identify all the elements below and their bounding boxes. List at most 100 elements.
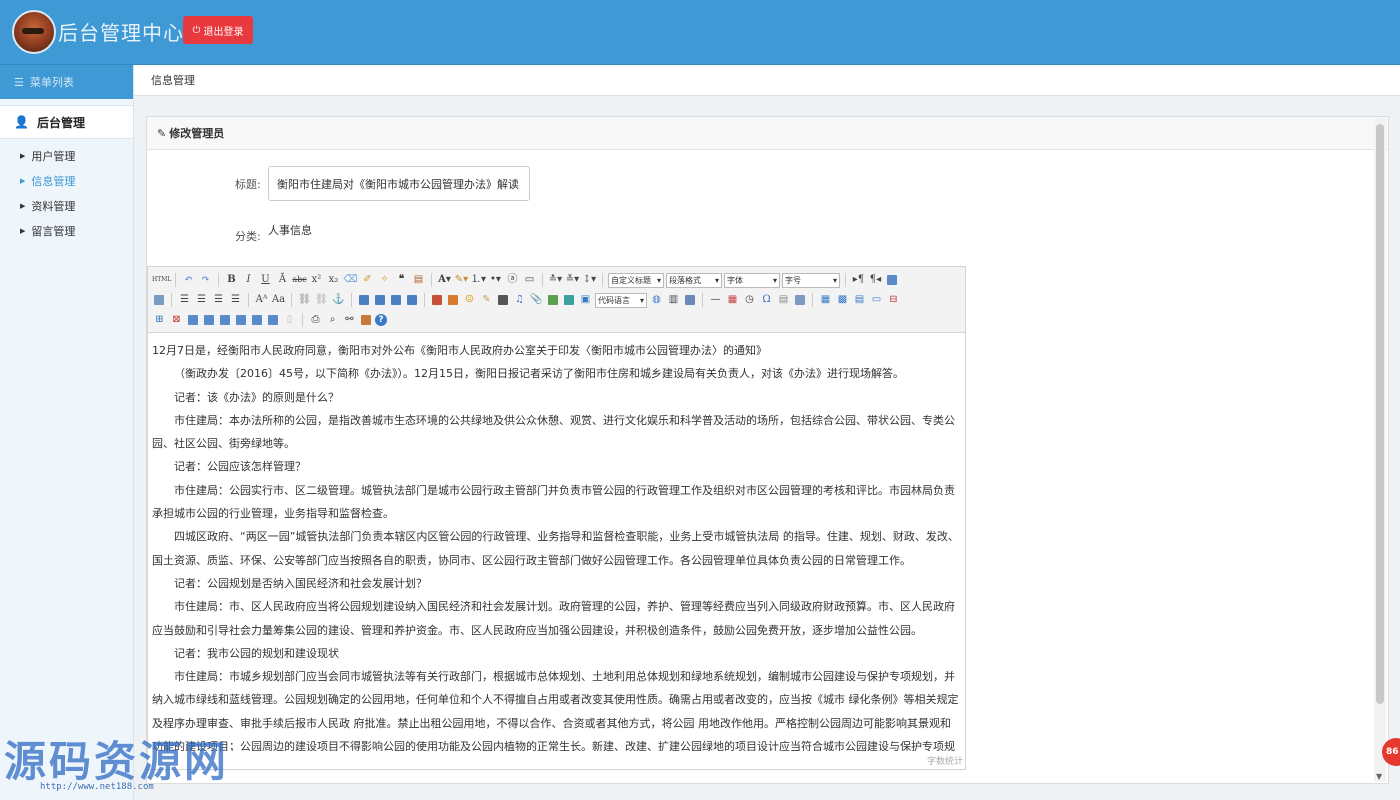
ltr-icon[interactable]: ▸¶ <box>851 272 866 288</box>
to-uppercase-icon[interactable]: Aᴬ <box>254 292 269 308</box>
template-icon[interactable]: ▥ <box>666 292 681 308</box>
sidebar-item-materials[interactable]: ▶ 资料管理 <box>0 193 133 218</box>
gmap-icon[interactable] <box>564 295 574 305</box>
date-icon[interactable]: ▦ <box>725 292 740 308</box>
remove-format-icon[interactable]: ⌫ <box>343 272 358 288</box>
merge-right-icon[interactable] <box>204 315 214 325</box>
bold-icon[interactable]: B <box>224 272 239 288</box>
drafts-icon[interactable] <box>361 315 371 325</box>
search-replace-icon[interactable] <box>795 295 805 305</box>
logout-button[interactable]: ⏻ 退出登录 <box>183 16 253 44</box>
menu-list-title: 菜单列表 <box>29 76 74 89</box>
scrawl-icon[interactable]: ✎ <box>479 292 494 308</box>
split-rows-icon[interactable] <box>252 315 262 325</box>
redo-icon[interactable]: ↷ <box>198 272 213 288</box>
sidebar-group-admin[interactable]: 👤 后台管理 <box>0 105 133 139</box>
row-spacing-top-icon[interactable]: ≛▾ <box>548 272 563 288</box>
underline-icon[interactable]: U <box>258 272 273 288</box>
merge-down-icon[interactable] <box>220 315 230 325</box>
emotion-icon[interactable]: ☺ <box>462 292 477 308</box>
split-cols-icon[interactable] <box>268 315 278 325</box>
paragraph-format-select[interactable]: 段落格式 <box>666 272 722 288</box>
clear-doc-icon[interactable]: ▭ <box>522 272 537 288</box>
delete-table-icon[interactable]: ▩ <box>835 292 850 308</box>
horizontal-rule-icon[interactable]: — <box>708 292 723 308</box>
indent-icon[interactable] <box>887 275 897 285</box>
music-icon[interactable]: ♫ <box>512 292 527 308</box>
anchor-icon[interactable]: ⚓ <box>331 292 346 308</box>
title-input[interactable] <box>268 166 530 201</box>
delete-row-icon[interactable]: ⊟ <box>886 292 901 308</box>
blockquote-icon[interactable]: ❝ <box>394 272 409 288</box>
strikethrough-icon[interactable]: abc <box>292 272 307 288</box>
insert-row-icon[interactable]: ▭ <box>869 292 884 308</box>
insert-paragraph-before-table-icon[interactable]: ▤ <box>852 292 867 308</box>
font-color-icon[interactable]: A▾ <box>437 272 452 288</box>
font-size-select[interactable]: 字号 <box>782 272 840 288</box>
align-justify-icon[interactable]: ☰ <box>228 292 243 308</box>
italic-icon[interactable]: I <box>241 272 256 288</box>
outdent-icon[interactable] <box>154 295 164 305</box>
undo-icon[interactable]: ↶ <box>181 272 196 288</box>
insert-col-icon[interactable]: ⊞ <box>152 312 167 328</box>
background-icon[interactable] <box>685 295 695 305</box>
unlink-icon[interactable]: ⛓ <box>314 292 329 308</box>
code-language-select[interactable]: 代码语言 <box>595 292 647 308</box>
rtl-icon[interactable]: ¶◂ <box>868 272 883 288</box>
scroll-down-icon[interactable]: ▼ <box>1376 772 1382 781</box>
toolbar-separator <box>248 293 249 307</box>
ordered-list-icon[interactable]: ⒈▾ <box>471 272 486 288</box>
editor-paragraph: 市住建局：本办法所称的公园，是指改善城市生态环境的公共绿地及供公众休憩、观赏、进… <box>152 413 955 451</box>
attachment-icon[interactable]: 📎 <box>529 292 544 308</box>
editor-paragraph: 市住建局：公园实行市、区二级管理。城管执法部门是城市公园行政主管部门并负责市管公… <box>152 483 955 521</box>
insert-table-icon[interactable]: ▦ <box>818 292 833 308</box>
page-scrollbar[interactable]: ▼ <box>1374 118 1386 782</box>
source-code-button[interactable]: HTML <box>152 272 171 288</box>
simple-upload-icon[interactable] <box>432 295 442 305</box>
sidebar-item-info[interactable]: ▶ 信息管理 <box>0 168 133 193</box>
sidebar-item-users[interactable]: ▶ 用户管理 <box>0 143 133 168</box>
background-color-icon[interactable]: ✎▾ <box>454 272 469 288</box>
insert-video-icon[interactable] <box>498 295 508 305</box>
subscript-icon[interactable]: x₂ <box>326 272 341 288</box>
page-break-icon[interactable]: ◍ <box>649 292 664 308</box>
time-icon[interactable]: ◷ <box>742 292 757 308</box>
custom-heading-select[interactable]: 自定义标题 <box>608 272 664 288</box>
merge-cells-icon[interactable] <box>188 315 198 325</box>
align-right-icon[interactable]: ☰ <box>211 292 226 308</box>
row-spacing-bottom-icon[interactable]: ≚▾ <box>565 272 580 288</box>
editor-content[interactable]: 12月7日是，经衡阳市人民政府同意，衡阳市对外公布《衡阳市人民政府办公室关于印发… <box>148 333 965 751</box>
align-left-icon[interactable]: ☰ <box>177 292 192 308</box>
special-chars-icon[interactable]: Ω <box>759 292 774 308</box>
paste-plain-icon[interactable]: ▤ <box>411 272 426 288</box>
chart-icon[interactable]: ▯ <box>282 312 297 328</box>
line-height-icon[interactable]: ↕▾ <box>582 272 597 288</box>
insert-frame-icon[interactable]: ▣ <box>578 292 593 308</box>
to-lowercase-icon[interactable]: Aa <box>271 292 286 308</box>
auto-typeset-icon[interactable]: ✧ <box>377 272 392 288</box>
font-border-icon[interactable]: Ā <box>275 272 290 288</box>
link-icon[interactable]: ⛓ <box>297 292 312 308</box>
image-center-icon[interactable] <box>407 295 417 305</box>
map-icon[interactable] <box>548 295 558 305</box>
unordered-list-icon[interactable]: •▾ <box>488 272 503 288</box>
split-cells-icon[interactable] <box>236 315 246 325</box>
scrollbar-thumb[interactable] <box>1376 124 1384 704</box>
select-all-icon[interactable]: ⓐ <box>505 272 520 288</box>
sidebar-item-messages[interactable]: ▶ 留言管理 <box>0 218 133 243</box>
wordimage-icon[interactable]: ▤ <box>776 292 791 308</box>
font-family-select[interactable]: 字体 <box>724 272 780 288</box>
image-right-icon[interactable] <box>391 295 401 305</box>
image-none-icon[interactable] <box>359 295 369 305</box>
image-left-icon[interactable] <box>375 295 385 305</box>
insert-image-icon[interactable] <box>448 295 458 305</box>
print-icon[interactable]: ⎙ <box>308 312 323 328</box>
user-avatar[interactable] <box>12 10 56 54</box>
align-center-icon[interactable]: ☰ <box>194 292 209 308</box>
superscript-icon[interactable]: x² <box>309 272 324 288</box>
search-icon[interactable]: ⚯ <box>342 312 357 328</box>
delete-col-icon[interactable]: ⊠ <box>169 312 184 328</box>
preview-icon[interactable]: ⌕ <box>325 312 340 328</box>
format-match-icon[interactable]: ✐ <box>360 272 375 288</box>
help-icon[interactable]: ? <box>375 314 387 326</box>
